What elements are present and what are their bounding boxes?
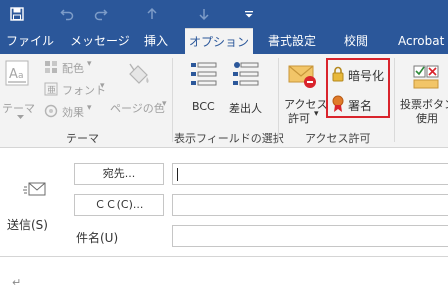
cc-button[interactable]: ＣＣ(C)... — [74, 194, 164, 216]
voting-buttons[interactable]: 投票ボタン 使用 — [398, 58, 448, 126]
tab-review[interactable]: 校閲 — [344, 28, 368, 54]
send-label: 送信(S) — [7, 218, 48, 232]
permission-group-label: アクセス許可 — [305, 132, 371, 145]
tab-message[interactable]: メッセージ — [70, 28, 130, 54]
theme-button[interactable]: A a テーマ — [2, 58, 36, 120]
theme-icon: A a — [5, 60, 29, 86]
ribbon-tab-bar: ファイル メッセージ 挿入 オプション 書式設定 校閲 Acrobat — [0, 28, 448, 54]
effects-label: 効果 — [62, 106, 84, 119]
from-field-icon — [233, 62, 259, 86]
page-color-label: ページの色 — [110, 102, 165, 115]
down-arrow-icon[interactable] — [195, 5, 213, 23]
subject-field[interactable] — [172, 225, 448, 247]
send-button[interactable]: 送信(S) — [6, 160, 62, 238]
tab-options[interactable]: オプション — [185, 28, 253, 54]
svg-text:A: A — [9, 67, 18, 82]
effects-icon — [44, 104, 58, 118]
colors-label: 配色 — [62, 62, 84, 75]
tab-insert[interactable]: 挿入 — [144, 28, 168, 54]
voting-icon — [413, 65, 439, 89]
envelope-restrict-icon — [288, 65, 316, 88]
subject-label: 件名(U) — [76, 231, 119, 245]
group-separator — [172, 58, 173, 142]
fonts-button[interactable]: 亜 フォント ▾ — [40, 80, 110, 98]
message-body[interactable]: ↵ — [0, 258, 448, 295]
chevron-down-icon: ▾ — [87, 103, 92, 113]
undo-icon[interactable] — [58, 5, 76, 23]
palette-icon — [45, 61, 57, 73]
page-color-button[interactable]: ページの色 ▾ — [108, 58, 168, 120]
redo-icon[interactable] — [92, 5, 110, 23]
cc-field[interactable] — [172, 194, 448, 216]
chevron-down-icon — [17, 115, 24, 119]
save-icon[interactable] — [8, 5, 26, 23]
tab-file[interactable]: ファイル — [6, 28, 54, 54]
encrypt-label: 暗号化 — [348, 69, 385, 83]
paragraph-mark: ↵ — [12, 276, 22, 289]
font-icon: 亜 — [44, 82, 58, 96]
to-field[interactable] — [172, 163, 448, 185]
paint-bucket-icon — [129, 63, 149, 84]
send-envelope-icon — [23, 182, 46, 196]
bcc-field-icon — [191, 62, 217, 86]
effects-button[interactable]: 効果 ▾ — [40, 102, 100, 120]
to-button[interactable]: 宛先... — [74, 163, 164, 185]
voting-label-line2: 使用 — [416, 112, 438, 125]
title-bar — [0, 0, 448, 28]
header-body-divider — [0, 256, 448, 257]
up-arrow-icon[interactable] — [143, 5, 161, 23]
from-label: 差出人 — [229, 102, 262, 115]
customize-icon[interactable] — [240, 5, 258, 23]
bcc-button[interactable]: BCC — [184, 58, 224, 120]
group-separator — [278, 58, 279, 142]
permission-button[interactable]: アクセス 許可 ▾ — [282, 58, 327, 126]
sign-button[interactable]: 署名 — [330, 94, 386, 114]
from-button[interactable]: 差出人 — [226, 58, 268, 120]
theme-group-label: テーマ — [66, 132, 99, 145]
theme-label: テーマ — [2, 102, 35, 115]
chevron-down-icon: ▾ — [87, 59, 92, 69]
group-separator — [394, 58, 395, 142]
colors-button[interactable]: 配色 ▾ — [40, 58, 100, 76]
sign-label: 署名 — [348, 99, 373, 113]
svg-text:亜: 亜 — [47, 85, 56, 96]
chevron-down-icon: ▾ — [162, 99, 167, 109]
permission-label-line2: 許可 — [288, 112, 310, 125]
text-caret — [177, 168, 178, 181]
ribbon: A a テーマ 配色 ▾ 亜 フォント ▾ 効果 ▾ ページの色 ▾ テーマ B… — [0, 54, 448, 148]
tab-acrobat[interactable]: Acrobat — [398, 28, 444, 54]
encrypt-button[interactable]: 暗号化 — [330, 64, 386, 84]
chevron-down-icon: ▾ — [314, 109, 319, 119]
certificate-ribbon-icon — [332, 95, 344, 112]
bcc-label: BCC — [192, 100, 215, 113]
tab-format-text[interactable]: 書式設定 — [268, 28, 316, 54]
message-header-area: 送信(S) 宛先... ＣＣ(C)... 件名(U) ↵ — [0, 148, 448, 295]
chevron-down-icon: ▾ — [100, 81, 105, 91]
svg-text:a: a — [18, 71, 24, 81]
fields-group-label: 表示フィールドの選択 — [174, 132, 284, 145]
lock-icon — [332, 66, 344, 82]
